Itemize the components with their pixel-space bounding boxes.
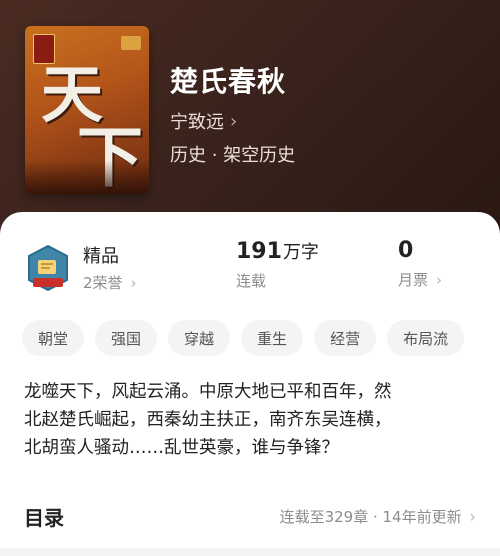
section-divider xyxy=(0,548,500,556)
synopsis-line: 北胡蛮人骚动……乱世英豪，谁与争锋？ xyxy=(24,438,339,458)
tag-chip[interactable]: 朝堂 xyxy=(22,320,85,356)
synopsis-line: 北赵楚氏崛起，西秦幼主扶正，南齐东吴连横， xyxy=(24,410,392,430)
tag-chip[interactable]: 经营 xyxy=(314,320,377,356)
quality-badge[interactable]: 精品 2荣誉 › xyxy=(25,242,137,293)
toc-title: 目录 xyxy=(24,505,64,530)
toc-update-info: 连载至329章 · 14年前更新 xyxy=(279,507,462,526)
tag-chip[interactable]: 强国 xyxy=(95,320,158,356)
author-name: 宁致远 xyxy=(170,112,224,133)
cover-seal xyxy=(121,36,141,50)
synopsis-line: 龙噬天下，风起云涌。中原大地已平和百年，然 xyxy=(24,382,392,402)
chevron-right-icon: › xyxy=(230,110,238,132)
medal-icon xyxy=(25,244,71,292)
book-genre: 历史 · 架空历史 xyxy=(170,145,296,166)
cover-band xyxy=(25,160,149,194)
honor-count: 2荣誉 xyxy=(83,274,123,292)
monthly-ticket-value: 0 xyxy=(398,238,414,263)
tag-chip[interactable]: 布局流 xyxy=(387,320,465,356)
word-count-value: 191 xyxy=(236,239,282,264)
monthly-ticket-stat[interactable]: 0 月票 › xyxy=(398,238,442,290)
word-count-unit: 万字 xyxy=(282,242,319,263)
table-of-contents-row[interactable]: 目录 连载至329章 · 14年前更新 › xyxy=(0,496,500,536)
serial-status: 连载 xyxy=(236,272,267,290)
tag-chip[interactable]: 穿越 xyxy=(168,320,231,356)
book-cover[interactable]: 天 下 xyxy=(25,26,149,194)
quality-label: 精品 xyxy=(83,246,119,267)
author-link[interactable]: 宁致远 › xyxy=(170,108,237,134)
book-title: 楚氏春秋 xyxy=(170,65,287,98)
monthly-ticket-label: 月票 xyxy=(398,271,429,289)
tag-list: 朝堂 强国 穿越 重生 经营 布局流 xyxy=(22,320,465,356)
chevron-right-icon: › xyxy=(436,270,443,289)
tag-chip[interactable]: 重生 xyxy=(241,320,304,356)
chevron-right-icon: › xyxy=(469,506,476,526)
word-count-stat: 191 万字 连载 xyxy=(236,238,319,291)
book-synopsis[interactable]: 龙噬天下，风起云涌。中原大地已平和百年，然 北赵楚氏崛起，西秦幼主扶正，南齐东吴… xyxy=(24,378,480,462)
chevron-right-icon: › xyxy=(130,273,137,292)
